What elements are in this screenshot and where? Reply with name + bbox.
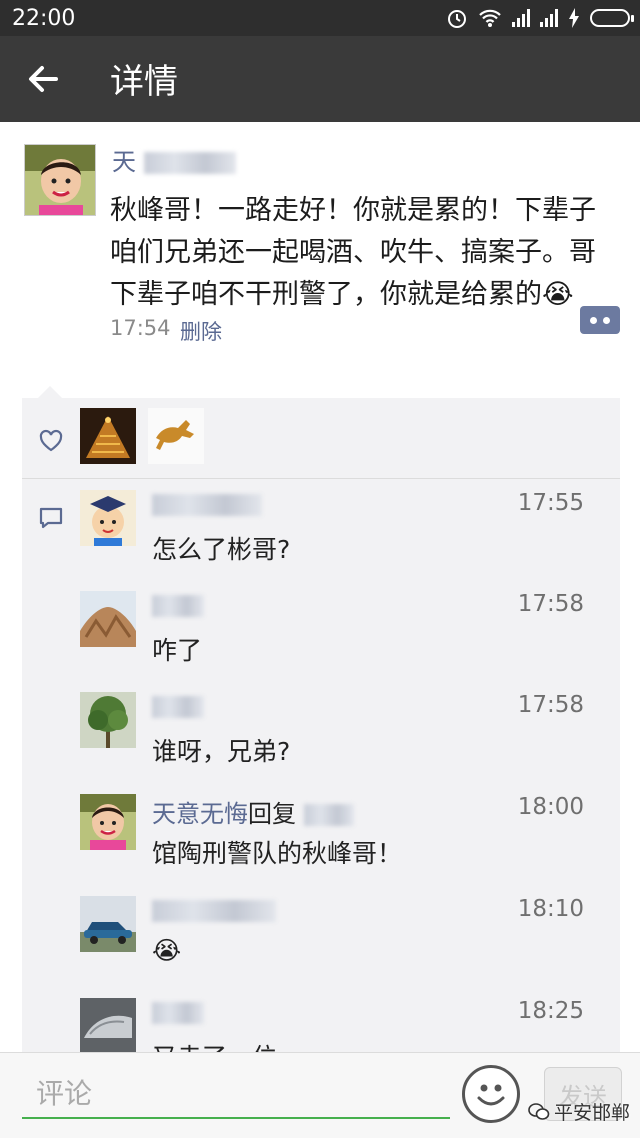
watermark: 平安邯郸 [528, 1098, 630, 1125]
commenter-name[interactable] [152, 896, 276, 924]
comment-text: 谁呀，兄弟? [152, 737, 291, 766]
comment-item[interactable]: 17:58 谁呀，兄弟? [80, 692, 610, 792]
comment-time: 17:58 [517, 692, 584, 718]
blurred-name [303, 804, 354, 826]
comment-input[interactable] [22, 1071, 450, 1119]
commenter-name[interactable] [152, 692, 204, 720]
post-author-name: 天 [112, 148, 136, 176]
page-title: 详情 [110, 62, 178, 102]
charging-icon [569, 8, 579, 28]
smiley-icon[interactable] [462, 1065, 520, 1123]
heart-icon [39, 429, 63, 452]
post-author[interactable]: 天 [112, 142, 236, 177]
divider [22, 478, 620, 479]
comment-time: 17:55 [517, 490, 584, 516]
comment-item[interactable]: 18:25 又走了一位 [80, 998, 610, 1058]
commenter-name[interactable] [152, 490, 262, 518]
status-icons [446, 6, 634, 30]
interaction-panel: 17:55 怎么了彬哥? 17:58 咋了 17:58 谁呀，兄弟? 天意无悔回 [22, 398, 620, 1058]
comment-text: 😭 [152, 936, 182, 965]
post-time: 17:54 [110, 316, 171, 340]
blurred-name [152, 595, 204, 617]
commenter-name[interactable] [152, 998, 204, 1026]
blurred-name [152, 494, 262, 516]
comment-input-bar: 发送 [0, 1052, 640, 1138]
wechat-icon [528, 1102, 550, 1120]
arrow-left-icon[interactable] [20, 56, 66, 102]
avatar[interactable] [24, 144, 96, 216]
title-bar: 详情 [0, 36, 640, 122]
comment-time: 17:58 [517, 591, 584, 617]
watermark-text: 平安邯郸 [554, 1102, 631, 1124]
comment-time: 18:10 [517, 896, 584, 922]
comment-item[interactable]: 17:55 怎么了彬哥? [80, 490, 610, 590]
commenter-avatar[interactable] [80, 794, 136, 850]
commenter-avatar[interactable] [80, 591, 136, 647]
post-text: 秋峰哥！一路走好！你就是累的！下辈子咱们兄弟还一起喝酒、吹牛、搞案子。哥下辈子咱… [110, 195, 596, 310]
comment-item[interactable]: 18:10 😭 [80, 896, 610, 996]
alarm-icon [448, 10, 466, 28]
signal-icon [512, 9, 530, 27]
reply-label: 回复 [248, 800, 296, 828]
comment-time: 18:25 [517, 998, 584, 1024]
commenter-avatar[interactable] [80, 998, 136, 1054]
blurred-name [152, 900, 276, 922]
panel-arrow [38, 386, 62, 398]
commenter-name[interactable]: 天意无悔回复 [152, 794, 354, 829]
comment-text: 馆陶刑警队的秋峰哥！ [152, 839, 403, 868]
comment-icon [39, 507, 63, 529]
comment-text: 咋了 [152, 636, 203, 665]
blurred-name [143, 152, 236, 174]
commenter-avatar[interactable] [80, 490, 136, 546]
commenter-avatar[interactable] [80, 896, 136, 952]
comment-text: 怎么了彬哥? [152, 535, 291, 564]
comment-item[interactable]: 天意无悔回复 18:00 馆陶刑警队的秋峰哥！ [80, 794, 610, 894]
more-dots-icon[interactable] [580, 306, 620, 334]
comment-item[interactable]: 17:58 咋了 [80, 591, 610, 691]
liker-avatar[interactable] [80, 408, 136, 464]
battery-icon [590, 9, 634, 27]
commenter-name-text: 天意无悔 [152, 800, 248, 828]
wifi-icon [479, 9, 501, 27]
commenter-name[interactable] [152, 591, 204, 619]
signal-icon [540, 9, 558, 27]
liker-avatar[interactable] [148, 408, 204, 464]
delete-link[interactable]: 删除 [180, 316, 222, 346]
status-bar: 22:00 [0, 0, 640, 36]
commenter-avatar[interactable] [80, 692, 136, 748]
comment-time: 18:00 [517, 794, 584, 820]
blurred-name [152, 1002, 204, 1024]
blurred-name [152, 696, 204, 718]
status-time: 22:00 [12, 6, 76, 31]
